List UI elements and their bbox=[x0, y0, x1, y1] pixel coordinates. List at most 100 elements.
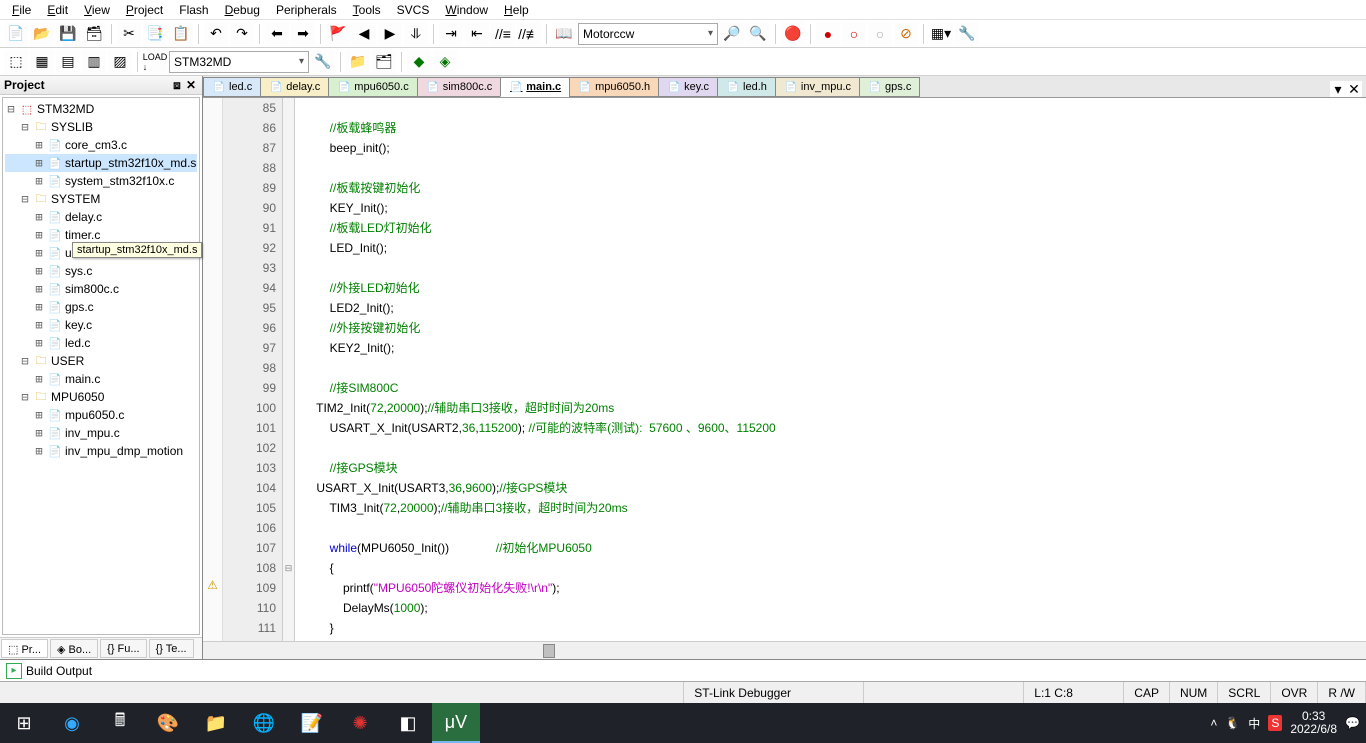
target-combo[interactable]: STM32MD bbox=[169, 51, 309, 73]
menu-window[interactable]: Window bbox=[437, 2, 496, 18]
tab-sim800c-c[interactable]: 📄sim800c.c bbox=[417, 77, 502, 97]
bookmark-icon[interactable]: 🚩 bbox=[326, 22, 350, 46]
tab-led-h[interactable]: 📄led.h bbox=[717, 77, 776, 97]
bookmark-prev-icon[interactable]: ◀ bbox=[352, 22, 376, 46]
breakpoint-disable-icon[interactable]: ○ bbox=[868, 22, 892, 46]
breakpoint-kill-icon[interactable]: ⊘ bbox=[894, 22, 918, 46]
project-tab-3[interactable]: {} Te... bbox=[149, 639, 194, 658]
menu-view[interactable]: View bbox=[76, 2, 118, 18]
bookmark-clear-icon[interactable]: ⥥ bbox=[404, 22, 428, 46]
file-ext-icon[interactable]: 📁 bbox=[346, 50, 370, 74]
save-icon[interactable]: 💾 bbox=[56, 22, 80, 46]
explorer-icon[interactable]: 📁 bbox=[192, 703, 240, 743]
project-tab-2[interactable]: {} Fu... bbox=[100, 639, 146, 658]
hscroll-thumb[interactable] bbox=[543, 644, 555, 658]
copy-icon[interactable]: 📑 bbox=[143, 22, 167, 46]
breakpoint-insert-icon[interactable]: ● bbox=[816, 22, 840, 46]
comment-icon[interactable]: //≡ bbox=[491, 22, 515, 46]
system-tray[interactable]: ˄ 🐧 中 S 0:33 2022/6/8 💬 bbox=[1204, 710, 1366, 736]
tray-sogou-icon[interactable]: S bbox=[1268, 715, 1282, 731]
fold-margin[interactable]: ⊟ bbox=[283, 98, 295, 641]
tray-clock[interactable]: 0:33 2022/6/8 bbox=[1290, 710, 1337, 736]
tab-key-c[interactable]: 📄key.c bbox=[658, 77, 718, 97]
cut-icon[interactable]: ✂ bbox=[117, 22, 141, 46]
menu-help[interactable]: Help bbox=[496, 2, 537, 18]
uncomment-icon[interactable]: //≢ bbox=[517, 22, 541, 46]
tab-close-icon[interactable]: ✕ bbox=[1346, 81, 1362, 97]
find-in-files-icon[interactable]: 📖 bbox=[552, 22, 576, 46]
tab-mpu6050-h[interactable]: 📄mpu6050.h bbox=[569, 77, 659, 97]
menu-peripherals[interactable]: Peripherals bbox=[268, 2, 345, 18]
batch-build-icon[interactable]: ▥ bbox=[82, 50, 106, 74]
bookmark-next-icon[interactable]: ▶ bbox=[378, 22, 402, 46]
code-editor[interactable]: ⚠ 85868788899091929394959697989910010110… bbox=[203, 98, 1366, 641]
pin-icon[interactable]: ⧈ bbox=[170, 78, 184, 92]
menu-svcs[interactable]: SVCS bbox=[389, 2, 438, 18]
paint-icon[interactable]: 🎨 bbox=[144, 703, 192, 743]
menu-project[interactable]: Project bbox=[118, 2, 171, 18]
redo-icon[interactable]: ↷ bbox=[230, 22, 254, 46]
start-button[interactable]: ⊞ bbox=[0, 703, 48, 743]
outdent-icon[interactable]: ⇤ bbox=[465, 22, 489, 46]
tray-chevron-icon[interactable]: ˄ bbox=[1210, 716, 1217, 730]
build-icon[interactable]: ▦ bbox=[30, 50, 54, 74]
menu-edit[interactable]: Edit bbox=[39, 2, 76, 18]
open-file-icon[interactable]: 📂 bbox=[30, 22, 54, 46]
new-file-icon[interactable]: 📄 bbox=[4, 22, 28, 46]
tree-item[interactable]: ⊞📄startup_stm32f10x_md.s bbox=[5, 154, 197, 172]
tree-item[interactable]: ⊞📄key.c bbox=[5, 316, 197, 334]
menu-flash[interactable]: Flash bbox=[171, 2, 216, 18]
window-layout-icon[interactable]: ▦▾ bbox=[929, 22, 953, 46]
tree-item[interactable]: ⊞📄main.c bbox=[5, 370, 197, 388]
tree-item[interactable]: ⊞📄sim800c.c bbox=[5, 280, 197, 298]
breakpoint-enable-icon[interactable]: ○ bbox=[842, 22, 866, 46]
tree-item[interactable]: ⊟🗀SYSTEM bbox=[5, 190, 197, 208]
app-gradient-icon[interactable]: ◧ bbox=[384, 703, 432, 743]
undo-icon[interactable]: ↶ bbox=[204, 22, 228, 46]
debug-icon[interactable]: 🔴 bbox=[781, 22, 805, 46]
tab-delay-c[interactable]: 📄delay.c bbox=[260, 77, 329, 97]
project-tab-0[interactable]: ⬚ Pr... bbox=[1, 639, 48, 658]
project-tab-1[interactable]: ◈ Bo... bbox=[50, 639, 98, 658]
calculator-icon[interactable]: 🖩 bbox=[96, 703, 144, 743]
stop-build-icon[interactable]: ▨ bbox=[108, 50, 132, 74]
chrome-icon[interactable]: 🌐 bbox=[240, 703, 288, 743]
menu-debug[interactable]: Debug bbox=[217, 2, 268, 18]
paste-icon[interactable]: 📋 bbox=[169, 22, 193, 46]
tree-item[interactable]: ⊟🗀SYSLIB bbox=[5, 118, 197, 136]
tree-item[interactable]: ⊞📄gps.c bbox=[5, 298, 197, 316]
tab-dropdown-icon[interactable]: ▾ bbox=[1330, 81, 1346, 97]
tray-ime[interactable]: 中 bbox=[1248, 715, 1260, 732]
incremental-find-icon[interactable]: 🔍 bbox=[746, 22, 770, 46]
tree-item[interactable]: ⊟🗀MPU6050 bbox=[5, 388, 197, 406]
tree-item[interactable]: ⊞📄inv_mpu_dmp_motion bbox=[5, 442, 197, 460]
translate-icon[interactable]: ⬚ bbox=[4, 50, 28, 74]
indent-icon[interactable]: ⇥ bbox=[439, 22, 463, 46]
code-lines[interactable]: //板载蜂鸣器 beep_init(); //板载按键初始化 KEY_Init(… bbox=[295, 98, 1366, 641]
app-red-icon[interactable]: ✺ bbox=[336, 703, 384, 743]
rebuild-icon[interactable]: ▤ bbox=[56, 50, 80, 74]
target-options-icon[interactable]: 🔧 bbox=[311, 50, 335, 74]
build-output-panel[interactable]: ▸ Build Output bbox=[0, 659, 1366, 681]
tab-inv_mpu-c[interactable]: 📄inv_mpu.c bbox=[775, 77, 860, 97]
tray-notifications-icon[interactable]: 💬 bbox=[1345, 716, 1360, 730]
tree-item[interactable]: ⊞📄led.c bbox=[5, 334, 197, 352]
find-combo[interactable]: Motorccw bbox=[578, 23, 718, 45]
menu-tools[interactable]: Tools bbox=[345, 2, 389, 18]
nav-back-icon[interactable]: ⬅ bbox=[265, 22, 289, 46]
edge-icon[interactable]: ◉ bbox=[48, 703, 96, 743]
download-icon[interactable]: LOAD↓ bbox=[143, 50, 167, 74]
tree-item[interactable]: ⊞📄sys.c bbox=[5, 262, 197, 280]
close-panel-icon[interactable]: ✕ bbox=[184, 78, 198, 92]
tree-item[interactable]: ⊟⬚STM32MD bbox=[5, 100, 197, 118]
tree-item[interactable]: ⊞📄inv_mpu.c bbox=[5, 424, 197, 442]
tray-qq-icon[interactable]: 🐧 bbox=[1225, 716, 1240, 730]
tree-item[interactable]: ⊞📄core_cm3.c bbox=[5, 136, 197, 154]
save-all-icon[interactable]: 🗃 bbox=[82, 22, 106, 46]
find-icon[interactable]: 🔎 bbox=[720, 22, 744, 46]
tree-item[interactable]: ⊞📄system_stm32f10x.c bbox=[5, 172, 197, 190]
tab-main-c[interactable]: 📄main.c bbox=[500, 77, 570, 97]
notepad-icon[interactable]: 📝 bbox=[288, 703, 336, 743]
manage-icon[interactable]: 🗂 bbox=[372, 50, 396, 74]
tab-gps-c[interactable]: 📄gps.c bbox=[859, 77, 920, 97]
